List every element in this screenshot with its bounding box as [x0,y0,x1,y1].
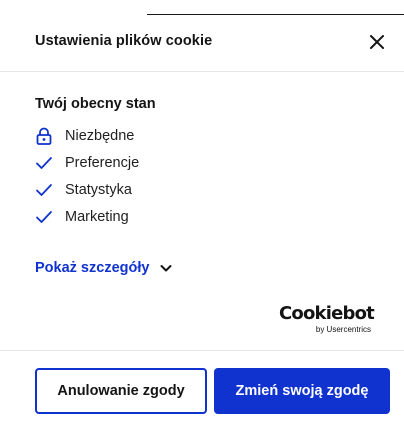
status-item-statistics: Statystyka [35,176,139,203]
check-icon [35,181,53,199]
cookie-settings-dialog: Ustawienia plików cookie Twój obecny sta… [0,0,404,423]
brand-name: Cookiebot [279,303,375,324]
close-button[interactable] [366,31,388,53]
cookiebot-logo[interactable]: Cookiebot by Usercentrics [279,303,375,338]
status-item-necessary: Niezbędne [35,122,139,149]
status-label: Preferencje [65,154,140,171]
change-consent-button[interactable]: Zmień swoją zgodę [214,368,390,414]
dialog-footer: Anulowanie zgody Zmień swoją zgodę [0,350,404,423]
status-item-preferences: Preferencje [35,149,139,176]
status-label: Statystyka [65,181,132,198]
lock-icon [35,127,53,145]
consent-status-list: Niezbędne Preferencje Statystyka Marketi… [35,122,139,230]
status-item-marketing: Marketing [35,203,139,230]
brand-subtitle: by Usercentrics [315,325,371,334]
status-label: Niezbędne [65,127,135,144]
status-label: Marketing [65,208,129,225]
show-details-link[interactable]: Pokaż szczegóły [35,260,173,276]
dialog-title: Ustawienia plików cookie [35,33,213,49]
dialog-header: Ustawienia plików cookie [0,15,404,72]
check-icon [35,208,53,226]
show-details-label: Pokaż szczegóły [35,260,150,276]
close-icon [370,35,384,49]
withdraw-consent-button[interactable]: Anulowanie zgody [35,368,207,414]
check-icon [35,154,53,172]
status-title: Twój obecny stan [35,96,156,112]
chevron-down-icon [159,261,173,275]
